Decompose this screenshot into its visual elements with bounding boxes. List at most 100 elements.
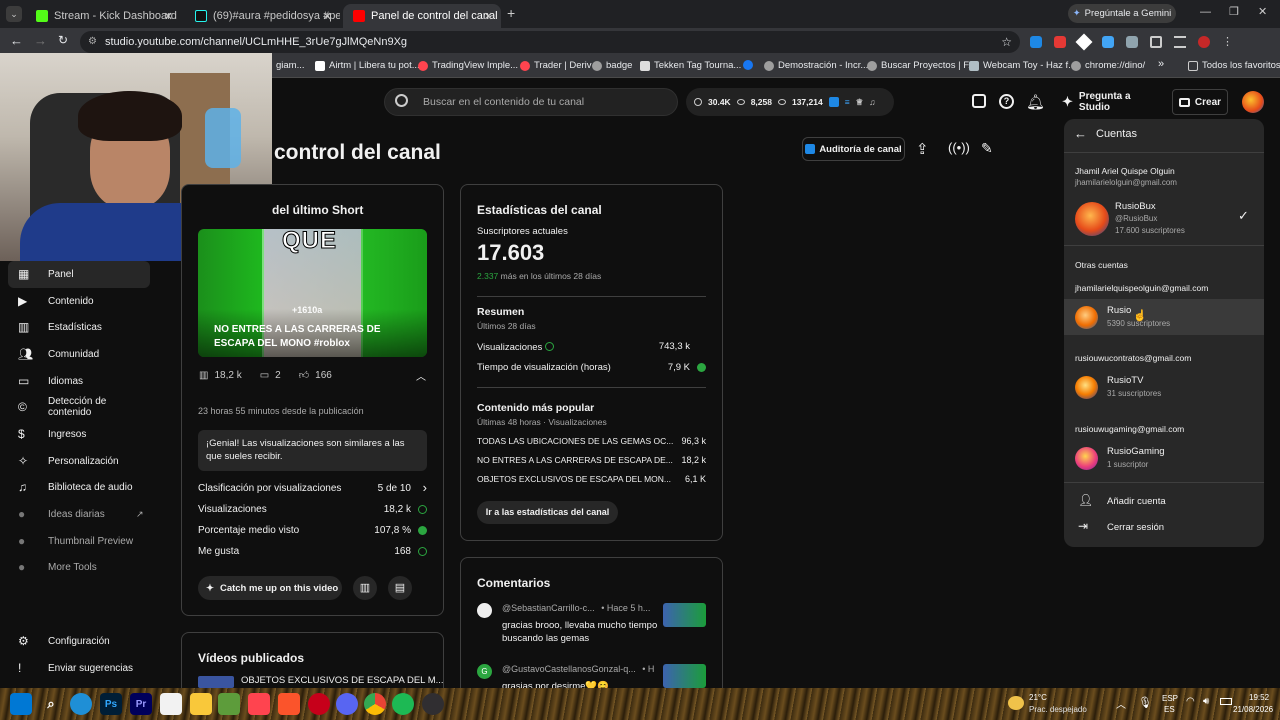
tab-kick[interactable]: Stream - Kick Dashboard ✕ xyxy=(26,4,181,28)
site-info-icon[interactable]: ⚙ xyxy=(88,31,97,53)
current-account[interactable]: RusioBux @RusioBux 17.600 suscriptores ✓ xyxy=(1064,196,1264,241)
bookmark-item[interactable] xyxy=(743,60,753,70)
restore-button[interactable]: ❐ xyxy=(1229,5,1239,18)
account-item-rusiogaming[interactable]: RusioGaming 1 suscriptor xyxy=(1064,440,1264,476)
more-bookmarks-button[interactable]: » xyxy=(1158,58,1164,70)
sidebar-item-idiomas[interactable]: ▭ Idiomas xyxy=(8,368,150,394)
published-thumb[interactable] xyxy=(198,676,234,688)
add-account-item[interactable]: 👤︎ Añadir cuenta xyxy=(1064,490,1264,514)
go-live-icon[interactable]: ((•)) xyxy=(948,140,970,155)
close-tab-icon[interactable]: ✕ xyxy=(484,10,493,23)
bookmark-item[interactable]: TradingView Imple... xyxy=(418,60,518,71)
bookmark-item[interactable]: Webcam Toy - Haz f... xyxy=(969,60,1076,71)
windows-start-icon[interactable] xyxy=(10,693,32,715)
short-stat-row[interactable]: Clasificación por visualizaciones 5 de 10… xyxy=(198,480,427,495)
create-button[interactable]: Crear xyxy=(1172,89,1228,115)
comment-video-thumb[interactable] xyxy=(663,664,706,688)
minecraft-icon[interactable] xyxy=(218,693,240,715)
ask-studio-button[interactable]: ✦ Pregunta a Studio xyxy=(1054,88,1164,116)
file-explorer-icon[interactable] xyxy=(190,693,212,715)
store-icon[interactable] xyxy=(160,693,182,715)
sidebar-item-personalización[interactable]: ✧ Personalización xyxy=(8,448,150,474)
tab-search-button[interactable]: ⌄ xyxy=(6,6,22,22)
photoshop-icon[interactable]: Ps xyxy=(100,693,122,715)
account-item-rusio[interactable]: Rusio 5390 suscriptores ☝ xyxy=(1064,299,1264,335)
sidebar-item-detección-de-contenido[interactable]: © Detección de contenido xyxy=(8,394,150,420)
collapse-chevron-icon[interactable]: ︿ xyxy=(416,368,426,383)
upload-icon[interactable]: ⇪ xyxy=(916,140,929,158)
published-first-title[interactable]: OBJETOS EXCLUSIVOS DE ESCAPA DEL M... xyxy=(241,675,444,686)
close-tab-icon[interactable]: ✕ xyxy=(323,10,332,23)
extension-icon[interactable] xyxy=(1075,33,1093,51)
list-icon[interactable]: ≡ xyxy=(845,97,850,107)
bell-small-icon[interactable]: ♫ xyxy=(869,97,875,107)
account-item-rusiotv[interactable]: RusioTV 31 suscriptores xyxy=(1064,369,1264,405)
sidebar-item-estadísticas[interactable]: ▥ Estadísticas xyxy=(8,314,150,340)
language-primary[interactable]: ESP xyxy=(1162,694,1178,703)
create-post-icon[interactable]: ✎ xyxy=(981,140,993,157)
spotify-icon[interactable] xyxy=(392,693,414,715)
all-bookmarks-folder[interactable]: Todos los favoritos xyxy=(1188,60,1280,71)
wifi-icon[interactable]: ◠ xyxy=(1186,696,1195,707)
new-tab-button[interactable]: + xyxy=(507,5,515,21)
media-icon[interactable] xyxy=(1174,36,1186,48)
bookmark-item[interactable]: Trader | Deriv xyxy=(520,60,592,71)
sidebar-item-biblioteca-de-audio[interactable]: ♫ Biblioteca de audio xyxy=(8,474,150,500)
bookmark-item[interactable]: Buscar Proyectos | F... xyxy=(867,60,976,71)
microphone-icon[interactable]: 🎙︎ xyxy=(1138,696,1152,709)
back-icon[interactable]: ← xyxy=(10,33,23,48)
channel-avatar[interactable] xyxy=(1242,91,1264,113)
catch-up-button[interactable]: ✦ Catch me up on this video xyxy=(198,576,342,600)
profile-avatar[interactable] xyxy=(1198,36,1210,48)
extension-icon[interactable] xyxy=(828,97,839,107)
extension-icon[interactable] xyxy=(1102,36,1114,48)
edge-icon[interactable] xyxy=(70,693,92,715)
popular-content-row[interactable]: OBJETOS EXCLUSIVOS DE ESCAPA DEL MON... 6… xyxy=(477,474,706,484)
bookmark-star-icon[interactable]: ☆ xyxy=(1001,31,1012,53)
short-thumbnail[interactable]: QUE +1610a NO ENTRES A LAS CARRERAS DE E… xyxy=(198,229,427,357)
obs-icon[interactable] xyxy=(422,693,444,715)
upload-shorts-icon[interactable] xyxy=(972,94,986,108)
close-window-button[interactable]: ✕ xyxy=(1258,5,1267,18)
volume-icon[interactable]: 🔊︎ xyxy=(1203,696,1209,707)
search-icon[interactable]: ⌕ xyxy=(40,693,62,715)
bookmark-item[interactable]: Airtm | Libera tu pot... xyxy=(315,60,420,71)
help-icon[interactable]: ? xyxy=(999,94,1014,109)
battery-icon[interactable] xyxy=(1220,698,1232,705)
weather-icon[interactable] xyxy=(1008,696,1024,710)
minimize-button[interactable]: — xyxy=(1200,6,1211,18)
forward-icon[interactable]: → xyxy=(34,33,47,48)
go-to-analytics-button[interactable]: Ir a las estadísticas del canal xyxy=(477,501,618,524)
sidebar-item-thumbnail-preview[interactable]: ● Thumbnail Preview xyxy=(8,528,150,554)
bookmark-item[interactable]: Tekken Tag Tourna... xyxy=(640,60,741,71)
sidebar-item-comunidad[interactable]: 👥︎ Comunidad xyxy=(8,341,150,367)
extension-icon[interactable] xyxy=(1126,36,1138,48)
brave-icon[interactable] xyxy=(278,693,300,715)
popular-content-row[interactable]: TODAS LAS UBICACIONES DE LAS GEMAS OC...… xyxy=(477,436,706,446)
reload-icon[interactable]: ↻ xyxy=(58,33,68,47)
comments-button[interactable]: ▤ xyxy=(388,576,412,600)
chrome-icon[interactable] xyxy=(364,693,386,715)
back-arrow-icon[interactable]: ← xyxy=(1074,126,1087,141)
opera-icon[interactable] xyxy=(308,693,330,715)
sidebar-item-panel[interactable]: ▦ Panel xyxy=(8,261,150,287)
trophy-icon[interactable]: ♕ xyxy=(856,97,864,108)
analytics-button[interactable]: ▥ xyxy=(353,576,377,600)
channel-audit-button[interactable]: Auditoría de canal xyxy=(802,137,905,161)
puzzle-icon[interactable] xyxy=(1150,36,1162,48)
discord-icon[interactable] xyxy=(336,693,358,715)
notifications-icon[interactable]: 🔔︎ xyxy=(1026,93,1045,111)
comment-video-thumb[interactable] xyxy=(663,603,706,627)
bookmark-item[interactable]: chrome://dino/ xyxy=(1071,60,1145,71)
extension-icon[interactable] xyxy=(1030,36,1042,48)
sidebar-item-more-tools[interactable]: ● More Tools xyxy=(8,554,150,580)
bookmark-item[interactable]: Demostración - Incr... xyxy=(764,60,868,71)
studio-search-box[interactable]: Buscar en el contenido de tu canal xyxy=(384,88,678,116)
deriv-icon[interactable] xyxy=(248,693,270,715)
bookmark-item[interactable]: badge xyxy=(592,60,632,71)
close-tab-icon[interactable]: ✕ xyxy=(164,10,173,23)
gemini-button[interactable]: ✦ Pregúntale a Gemini xyxy=(1068,4,1176,23)
sign-out-item[interactable]: ⇥ Cerrar sesión xyxy=(1064,516,1264,540)
tab-youtube-studio[interactable]: Panel de control del canal - You ✕ xyxy=(343,4,501,28)
bookmark-item[interactable]: giam... xyxy=(276,60,305,71)
